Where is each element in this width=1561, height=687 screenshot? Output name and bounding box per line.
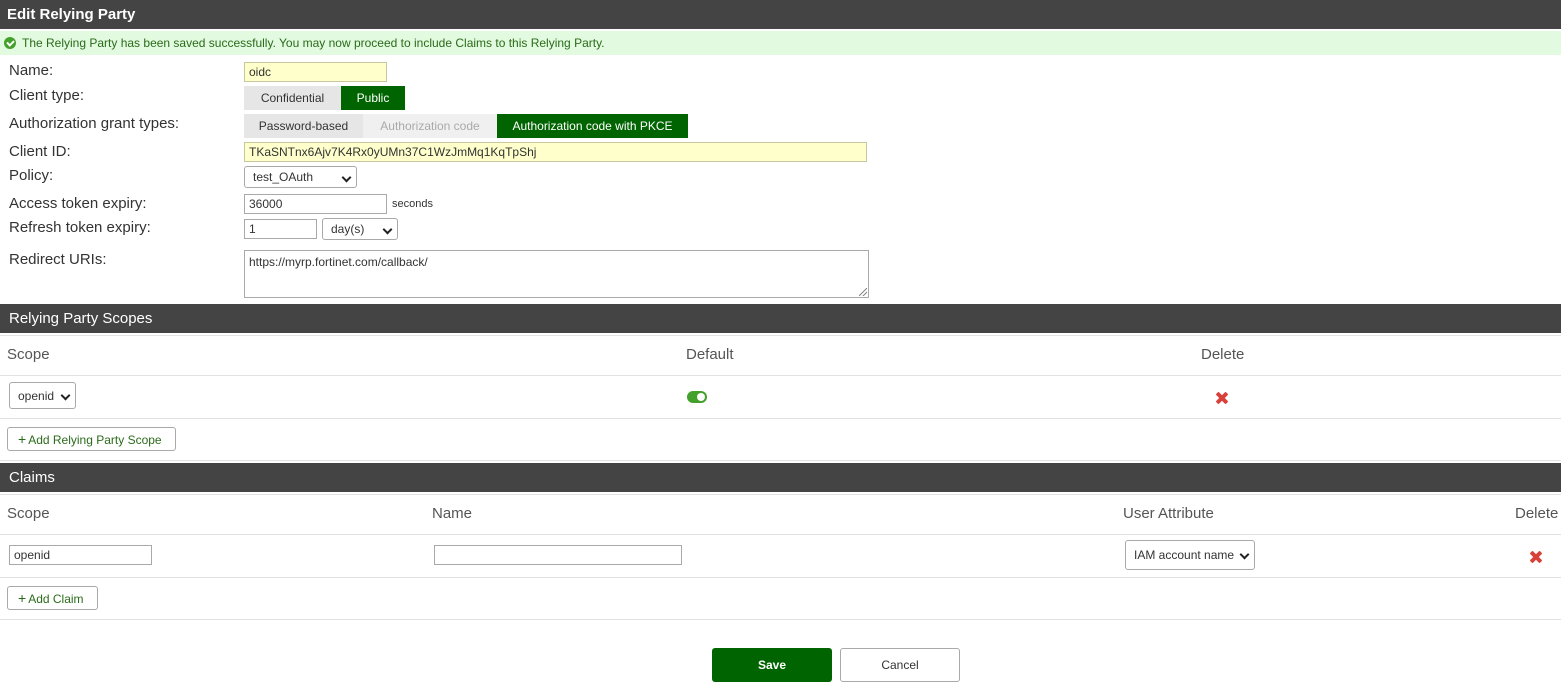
grant-auth-code-button[interactable]: Authorization code [363, 114, 497, 138]
chevron-down-icon [382, 224, 393, 235]
divider [0, 460, 1561, 461]
add-claim-button[interactable]: + Add Claim [7, 586, 98, 610]
scopes-header-scope: Scope [7, 346, 50, 363]
grant-types-label: Authorization grant types: [9, 115, 180, 132]
chevron-down-icon [1239, 549, 1250, 560]
scope-select-value: openid [18, 389, 55, 403]
user-attribute-value: IAM account name [1134, 548, 1235, 562]
refresh-token-label: Refresh token expiry: [9, 219, 151, 236]
access-token-input[interactable]: 36000 [244, 194, 387, 214]
chevron-down-icon [60, 390, 71, 401]
client-type-confidential-button[interactable]: Confidential [244, 86, 341, 110]
delete-claim-icon[interactable] [1529, 550, 1543, 564]
claims-header-scope: Scope [7, 505, 50, 522]
client-id-label: Client ID: [9, 143, 71, 160]
plus-icon: + [18, 431, 27, 447]
refresh-token-input[interactable]: 1 [244, 219, 317, 239]
page-title: Edit Relying Party [0, 0, 1561, 29]
divider [0, 375, 1561, 376]
claim-name-input[interactable] [434, 545, 682, 565]
policy-label: Policy: [9, 167, 54, 184]
chevron-down-icon [341, 172, 352, 183]
delete-scope-icon[interactable] [1215, 391, 1229, 405]
grant-pkce-button[interactable]: Authorization code with PKCE [497, 114, 688, 138]
add-claim-label: Add Claim [28, 592, 84, 606]
cancel-button[interactable]: Cancel [840, 648, 960, 682]
claim-scope-input[interactable]: openid [9, 545, 152, 565]
claims-section-title: Claims [0, 463, 1561, 492]
scopes-header-delete: Delete [1201, 346, 1245, 363]
scopes-header-default: Default [686, 346, 734, 363]
scope-select[interactable]: openid [9, 382, 76, 409]
policy-select[interactable]: test_OAuth [244, 166, 357, 188]
name-input[interactable]: oidc [244, 62, 387, 82]
user-attribute-select[interactable]: IAM account name [1125, 540, 1255, 570]
check-circle-icon [4, 37, 16, 49]
refresh-unit-value: day(s) [331, 222, 365, 236]
claims-header-delete: Delete [1515, 505, 1559, 522]
claims-header-name: Name [432, 505, 473, 522]
success-message: The Relying Party has been saved success… [0, 31, 1561, 55]
redirect-uris-label: Redirect URIs: [9, 251, 107, 268]
client-type-public-button[interactable]: Public [341, 86, 405, 110]
divider [0, 534, 1561, 535]
divider [0, 494, 1561, 495]
refresh-unit-select[interactable]: day(s) [322, 218, 398, 240]
plus-icon: + [18, 590, 27, 606]
redirect-uris-textarea[interactable]: https://myrp.fortinet.com/callback/ [244, 250, 869, 298]
save-button[interactable]: Save [712, 648, 832, 682]
redirect-uris-value: https://myrp.fortinet.com/callback/ [249, 255, 428, 269]
divider [0, 619, 1561, 620]
client-id-input[interactable]: TKaSNTnx6Ajv7K4Rx0yUMn37C1WzJmMq1KqTpShj [244, 142, 867, 162]
name-label: Name: [9, 62, 54, 79]
success-text: The Relying Party has been saved success… [22, 36, 605, 50]
claims-header-user-attribute: User Attribute [1123, 505, 1214, 522]
add-scope-label: Add Relying Party Scope [28, 433, 162, 447]
divider [0, 577, 1561, 578]
access-token-label: Access token expiry: [9, 195, 147, 212]
divider [0, 335, 1561, 336]
resize-grip-icon[interactable] [859, 288, 867, 296]
client-type-label: Client type: [9, 87, 85, 104]
access-token-unit: seconds [392, 198, 433, 210]
divider [0, 418, 1561, 419]
add-scope-button[interactable]: + Add Relying Party Scope [7, 427, 176, 451]
default-toggle[interactable] [687, 391, 707, 403]
scopes-section-title: Relying Party Scopes [0, 304, 1561, 333]
grant-password-button[interactable]: Password-based [244, 114, 363, 138]
policy-select-value: test_OAuth [253, 170, 314, 184]
